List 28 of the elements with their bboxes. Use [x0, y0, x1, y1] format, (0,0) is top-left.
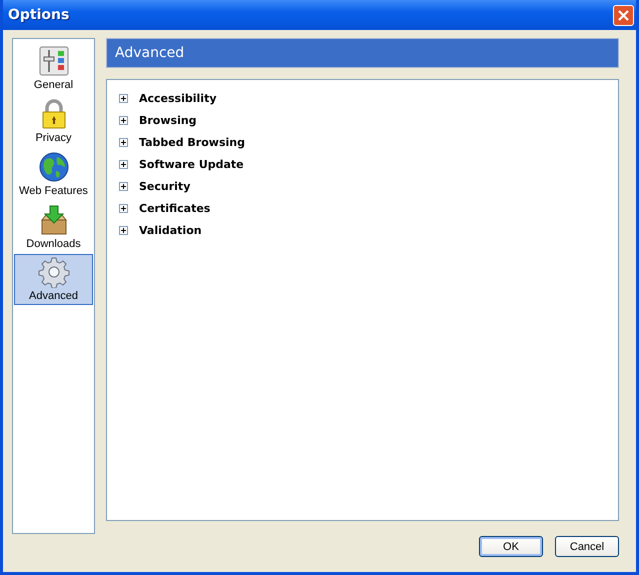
tree-item[interactable]: Security [139, 180, 190, 193]
close-button[interactable] [613, 4, 634, 26]
sidebar-item[interactable]: Downloads [14, 201, 93, 253]
tree-item[interactable]: Browsing [139, 114, 197, 127]
expand-icon[interactable] [119, 116, 128, 125]
window-title: Options [8, 7, 70, 23]
tree-item[interactable]: Certificates [139, 202, 210, 215]
gear-icon [38, 256, 70, 288]
expand-icon[interactable] [119, 138, 128, 147]
cancel-button[interactable]: Cancel [555, 536, 619, 557]
tree-item[interactable]: Software Update [139, 158, 244, 171]
sidebar-item[interactable]: Advanced [14, 254, 93, 305]
tree-item[interactable]: Accessibility [139, 92, 216, 105]
section-title: Advanced [115, 45, 184, 61]
tree-item[interactable]: Tabbed Browsing [139, 136, 245, 149]
close-icon [617, 8, 630, 22]
sidebar-item[interactable]: Privacy [14, 95, 93, 147]
expand-icon[interactable] [119, 226, 128, 235]
expand-icon[interactable] [119, 94, 128, 103]
ok-button[interactable]: OK [479, 536, 543, 557]
expand-icon[interactable] [119, 204, 128, 213]
sidebar-item[interactable]: General [14, 42, 93, 94]
tree-item[interactable]: Validation [139, 224, 202, 237]
sidebar-item[interactable]: Web Features [14, 148, 93, 200]
expand-icon[interactable] [119, 160, 128, 169]
globe-icon [38, 151, 70, 183]
sliders-icon [38, 45, 70, 77]
expand-icon[interactable] [119, 182, 128, 191]
